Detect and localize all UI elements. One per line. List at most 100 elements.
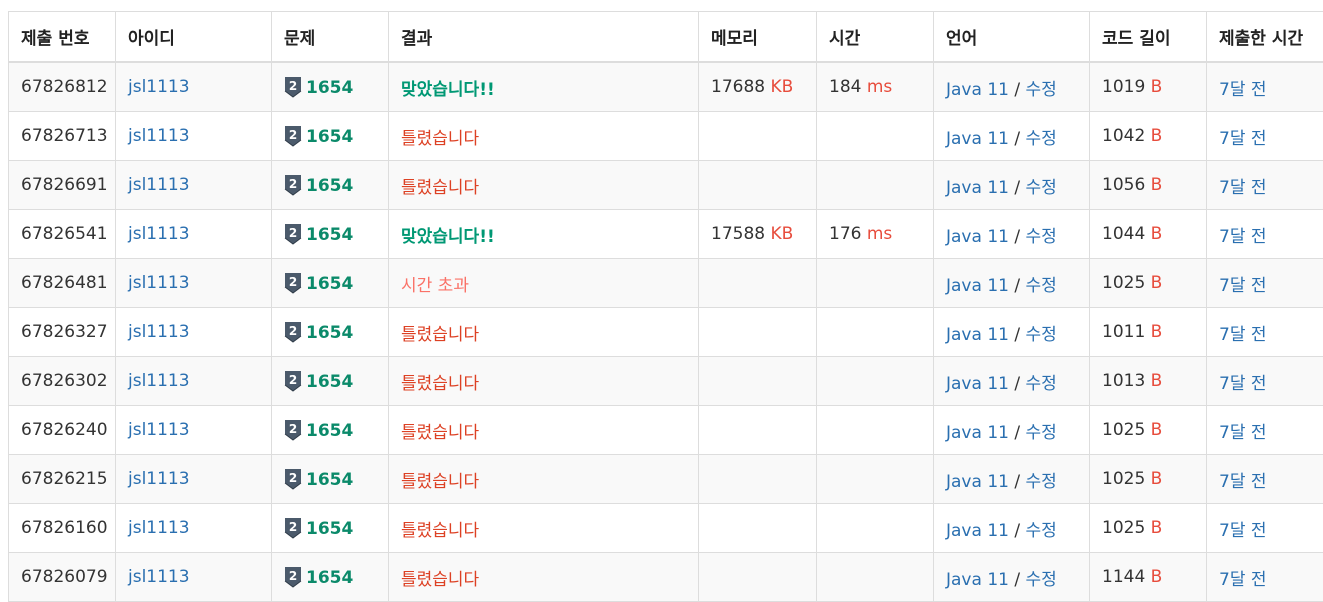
language-link[interactable]: Java 11 <box>946 80 1009 100</box>
submitted-at-link[interactable]: 7달 전 <box>1219 423 1267 443</box>
user-link[interactable]: jsl1113 <box>128 469 190 489</box>
user-link[interactable]: jsl1113 <box>128 224 190 244</box>
result-cell: 틀렸습니다 <box>389 308 699 357</box>
edit-link[interactable]: 수정 <box>1026 374 1057 394</box>
edit-link[interactable]: 수정 <box>1026 80 1057 100</box>
edit-link[interactable]: 수정 <box>1026 472 1057 492</box>
problem-link[interactable]: 1654 <box>306 78 353 98</box>
language-link[interactable]: Java 11 <box>946 570 1009 590</box>
submitted-at-link[interactable]: 7달 전 <box>1219 276 1267 296</box>
edit-link[interactable]: 수정 <box>1026 178 1057 198</box>
code-length-unit: B <box>1151 77 1163 97</box>
submission-id-cell: 67826160 <box>9 504 116 553</box>
language-link[interactable]: Java 11 <box>946 227 1009 247</box>
silver-tier-2-icon: 2 <box>284 223 302 245</box>
silver-tier-2-icon: 2 <box>284 566 302 588</box>
language-link[interactable]: Java 11 <box>946 178 1009 198</box>
table-row: 67826079 jsl1113 2 1654 틀렸습니다 Java 11 / … <box>9 553 1323 602</box>
submitted-at-cell: 7달 전 <box>1207 112 1323 161</box>
edit-link[interactable]: 수정 <box>1026 325 1057 345</box>
submitted-at-link[interactable]: 7달 전 <box>1219 227 1267 247</box>
language-cell: Java 11 / 수정 <box>934 406 1090 455</box>
submitted-at-link[interactable]: 7달 전 <box>1219 325 1267 345</box>
language-link[interactable]: Java 11 <box>946 276 1009 296</box>
problem-link[interactable]: 1654 <box>306 127 353 147</box>
code-length-cell: 1044 B <box>1090 210 1207 259</box>
language-link[interactable]: Java 11 <box>946 521 1009 541</box>
user-link[interactable]: jsl1113 <box>128 567 190 587</box>
user-id-cell: jsl1113 <box>116 210 272 259</box>
memory-cell <box>699 308 817 357</box>
user-id-cell: jsl1113 <box>116 553 272 602</box>
problem-link[interactable]: 1654 <box>306 323 353 343</box>
user-link[interactable]: jsl1113 <box>128 77 190 97</box>
submitted-at-link[interactable]: 7달 전 <box>1219 374 1267 394</box>
submitted-at-cell: 7달 전 <box>1207 210 1323 259</box>
silver-tier-2-icon: 2 <box>284 272 302 294</box>
language-link[interactable]: Java 11 <box>946 472 1009 492</box>
code-length-value: 1025 <box>1102 273 1145 293</box>
user-link[interactable]: jsl1113 <box>128 126 190 146</box>
submitted-at-link[interactable]: 7달 전 <box>1219 129 1267 149</box>
time-cell <box>817 504 934 553</box>
language-link[interactable]: Java 11 <box>946 374 1009 394</box>
problem-link[interactable]: 1654 <box>306 372 353 392</box>
problem-cell: 2 1654 <box>272 259 389 308</box>
problem-cell: 2 1654 <box>272 161 389 210</box>
code-length-cell: 1013 B <box>1090 357 1207 406</box>
user-id-cell: jsl1113 <box>116 455 272 504</box>
language-link[interactable]: Java 11 <box>946 325 1009 345</box>
code-length-unit: B <box>1151 322 1163 342</box>
separator: / <box>1014 80 1020 100</box>
submission-id-cell: 67826691 <box>9 161 116 210</box>
problem-cell: 2 1654 <box>272 112 389 161</box>
code-length-unit: B <box>1151 518 1163 538</box>
submitted-at-link[interactable]: 7달 전 <box>1219 472 1267 492</box>
user-link[interactable]: jsl1113 <box>128 371 190 391</box>
edit-link[interactable]: 수정 <box>1026 570 1057 590</box>
problem-link[interactable]: 1654 <box>306 225 353 245</box>
result-cell: 틀렸습니다 <box>389 455 699 504</box>
user-link[interactable]: jsl1113 <box>128 273 190 293</box>
problem-link[interactable]: 1654 <box>306 470 353 490</box>
code-length-value: 1011 <box>1102 322 1145 342</box>
language-link[interactable]: Java 11 <box>946 129 1009 149</box>
time-cell <box>817 553 934 602</box>
submitted-at-cell: 7달 전 <box>1207 455 1323 504</box>
submission-id-cell: 67826713 <box>9 112 116 161</box>
edit-link[interactable]: 수정 <box>1026 423 1057 443</box>
submitted-at-link[interactable]: 7달 전 <box>1219 570 1267 590</box>
problem-link[interactable]: 1654 <box>306 274 353 294</box>
submitted-at-link[interactable]: 7달 전 <box>1219 521 1267 541</box>
problem-link[interactable]: 1654 <box>306 568 353 588</box>
memory-cell: 17588 KB <box>699 210 817 259</box>
user-link[interactable]: jsl1113 <box>128 420 190 440</box>
problem-link[interactable]: 1654 <box>306 519 353 539</box>
memory-cell <box>699 553 817 602</box>
header-code-length: 코드 길이 <box>1090 12 1207 63</box>
user-link[interactable]: jsl1113 <box>128 518 190 538</box>
svg-text:2: 2 <box>289 177 297 191</box>
table-row: 67826240 jsl1113 2 1654 틀렸습니다 Java 11 / … <box>9 406 1323 455</box>
edit-link[interactable]: 수정 <box>1026 129 1057 149</box>
result-text: 틀렸습니다 <box>401 423 479 443</box>
edit-link[interactable]: 수정 <box>1026 276 1057 296</box>
svg-text:2: 2 <box>289 471 297 485</box>
code-length-cell: 1025 B <box>1090 504 1207 553</box>
submitted-at-link[interactable]: 7달 전 <box>1219 80 1267 100</box>
silver-tier-2-icon: 2 <box>284 517 302 539</box>
language-link[interactable]: Java 11 <box>946 423 1009 443</box>
submission-id: 67826302 <box>21 371 108 391</box>
user-id-cell: jsl1113 <box>116 504 272 553</box>
user-id-cell: jsl1113 <box>116 112 272 161</box>
edit-link[interactable]: 수정 <box>1026 227 1057 247</box>
user-link[interactable]: jsl1113 <box>128 322 190 342</box>
submitted-at-cell: 7달 전 <box>1207 357 1323 406</box>
table-row: 67826160 jsl1113 2 1654 틀렸습니다 Java 11 / … <box>9 504 1323 553</box>
submitted-at-link[interactable]: 7달 전 <box>1219 178 1267 198</box>
problem-link[interactable]: 1654 <box>306 421 353 441</box>
user-link[interactable]: jsl1113 <box>128 175 190 195</box>
edit-link[interactable]: 수정 <box>1026 521 1057 541</box>
submitted-at-cell: 7달 전 <box>1207 406 1323 455</box>
problem-link[interactable]: 1654 <box>306 176 353 196</box>
